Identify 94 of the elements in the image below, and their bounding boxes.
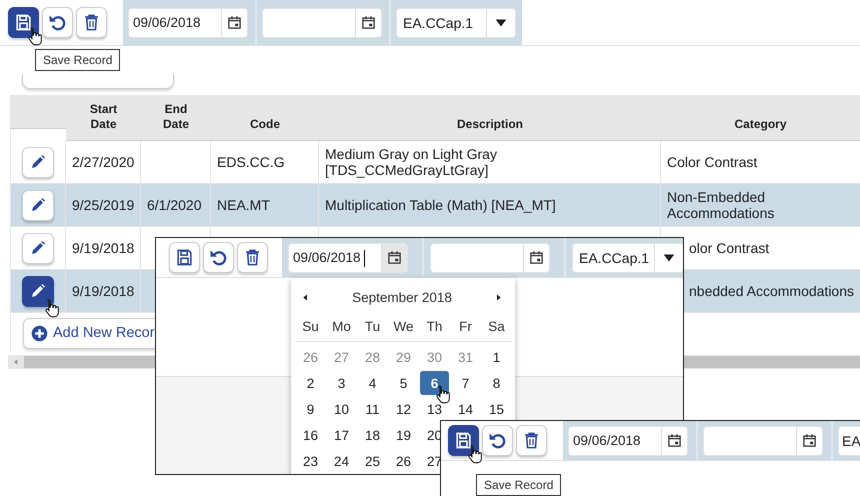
date-field[interactable] [262, 8, 382, 38]
date-field[interactable]: 09/06/2018 [568, 426, 688, 456]
table-cell: Medium Gray on Light Gray [TDS_CCMedGrayLtGray] [319, 141, 661, 184]
calendar-icon [529, 250, 544, 265]
calendar-icon [361, 15, 376, 30]
delete-button[interactable] [76, 7, 107, 38]
column-header: End Date [141, 95, 211, 141]
calendar-day[interactable]: 1 [482, 345, 511, 369]
calendar-button[interactable] [381, 244, 407, 272]
floppy-icon [454, 431, 473, 450]
calendar-icon [387, 250, 402, 265]
calendar-day[interactable]: 24 [327, 449, 356, 473]
pencil-icon [30, 154, 46, 170]
calendar-day[interactable]: 26 [296, 345, 325, 369]
table-cell [141, 141, 211, 184]
column-header: Description [319, 95, 661, 141]
table-cell: 9/25/2019 [66, 184, 141, 227]
pencil-icon [30, 197, 46, 213]
weekday-label: Sa [487, 318, 506, 336]
delete-button[interactable] [237, 242, 268, 273]
calendar-icon [802, 433, 817, 448]
calendar-day[interactable]: 2 [296, 371, 325, 395]
table-cell: 2/27/2020 [66, 141, 141, 184]
column-header: Start Date [66, 95, 141, 141]
trash-icon [82, 13, 101, 32]
calendar-day[interactable]: 11 [358, 397, 387, 421]
undo-icon [488, 431, 507, 450]
calendar-day[interactable]: 23 [296, 449, 325, 473]
table-cell: NEA.MT [211, 184, 319, 227]
date-field[interactable] [430, 242, 550, 272]
calendar-day[interactable]: 10 [327, 397, 356, 421]
calendar-day[interactable]: 4 [358, 371, 387, 395]
undo-button[interactable] [203, 242, 234, 273]
calendar-day[interactable]: 18 [358, 423, 387, 447]
undo-icon [209, 248, 228, 267]
calendar-day[interactable]: 17 [327, 423, 356, 447]
trash-icon [243, 248, 262, 267]
plus-circle-icon [31, 324, 48, 342]
weekday-label: Mo [331, 318, 352, 336]
save-button[interactable] [448, 425, 479, 456]
calendar-day[interactable]: 16 [296, 423, 325, 447]
trash-icon [522, 431, 541, 450]
pencil-icon [30, 283, 46, 299]
edit-button[interactable] [22, 276, 54, 306]
date-field[interactable]: 09/06/2018 [288, 242, 408, 272]
table-cell: 6/1/2020 [141, 184, 211, 227]
calendar-day[interactable]: 13 [420, 397, 449, 421]
calendar-day[interactable]: 14 [451, 397, 480, 421]
calendar-icon [667, 433, 682, 448]
undo-button[interactable] [42, 7, 73, 38]
calendar-day[interactable]: 31 [451, 345, 480, 369]
month-title: September 2018 [352, 290, 452, 304]
table-cell: 9/19/2018 [66, 270, 141, 313]
dropdown[interactable]: EA.CCap.1 [572, 242, 683, 272]
tooltip: Save Record [476, 474, 562, 496]
calendar-day[interactable]: 7 [451, 371, 480, 395]
calendar-day[interactable]: 27 [327, 345, 356, 369]
calendar-day[interactable]: 8 [482, 371, 511, 395]
calendar-day[interactable]: 29 [389, 345, 418, 369]
previous-month-icon [301, 292, 310, 302]
table-cell: Multiplication Table (Math) [NEA_MT] [319, 184, 661, 227]
column-header: Category [661, 95, 860, 141]
dropdown[interactable]: EA.CCap.1 [396, 8, 516, 38]
weekday-label: Th [426, 318, 444, 336]
floppy-icon [14, 13, 33, 32]
date-field[interactable] [703, 426, 823, 456]
floppy-icon [175, 248, 194, 267]
calendar-icon [227, 15, 242, 30]
calendar-day[interactable]: 28 [358, 345, 387, 369]
calendar-day[interactable]: 9 [296, 397, 325, 421]
calendar-day[interactable]: 26 [389, 449, 418, 473]
weekday-label: Tu [364, 318, 382, 336]
date-field[interactable]: 09/06/2018 [128, 8, 248, 38]
undo-icon [48, 13, 67, 32]
calendar-day[interactable]: 12 [389, 397, 418, 421]
undo-button[interactable] [482, 425, 513, 456]
calendar-day[interactable]: 30 [420, 345, 449, 369]
pencil-icon [30, 240, 46, 256]
table-cell: EDS.CC.G [211, 141, 319, 184]
calendar-day[interactable]: 15 [482, 397, 511, 421]
scroll-left-icon [12, 358, 20, 366]
delete-button[interactable] [516, 425, 547, 456]
column-header: Code [211, 95, 319, 141]
calendar-day[interactable]: 25 [358, 449, 387, 473]
calendar-day[interactable]: 5 [389, 371, 418, 395]
tooltip: Save Record [35, 49, 120, 71]
table-cell: 9/19/2018 [66, 227, 141, 270]
weekday-label: Fr [458, 318, 473, 336]
weekday-label: Su [301, 318, 320, 336]
calendar-day[interactable]: 3 [327, 371, 356, 395]
calendar-day[interactable]: 19 [389, 423, 418, 447]
calendar-day[interactable]: 6 [420, 371, 449, 395]
table-cell: Non-Embedded Accommodations [661, 184, 860, 227]
weekday-label: We [392, 318, 414, 336]
